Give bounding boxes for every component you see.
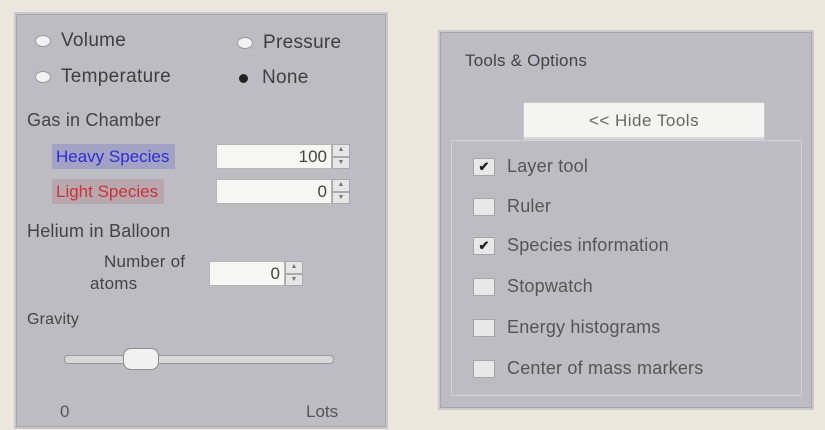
radio-temperature[interactable]: Temperature	[35, 66, 171, 88]
number-of-atoms-label: Number of atoms	[90, 251, 185, 295]
triangle-down-icon[interactable]: ▼	[332, 156, 350, 169]
option-species-information[interactable]: ✔ Species information	[473, 235, 669, 256]
radio-pressure-label: Pressure	[263, 32, 342, 53]
option-center-of-mass-markers[interactable]: Center of mass markers	[473, 358, 703, 379]
option-stopwatch[interactable]: Stopwatch	[473, 276, 593, 297]
radio-circle-icon[interactable]	[35, 35, 51, 47]
number-of-atoms-label-line2: atoms	[90, 274, 138, 293]
checkbox-empty-icon[interactable]	[473, 359, 495, 378]
triangle-down-icon[interactable]: ▼	[332, 191, 350, 204]
helium-in-balloon-heading: Helium in Balloon	[27, 221, 171, 241]
radio-none-label: None	[262, 67, 309, 88]
radio-volume-label: Volume	[61, 30, 127, 51]
option-ruler-label: Ruler	[507, 196, 552, 216]
radio-circle-icon[interactable]	[237, 37, 253, 49]
tools-options-heading: Tools & Options	[465, 51, 588, 70]
tools-options-panel: Tools & Options << Hide Tools ✔ Layer to…	[438, 30, 814, 410]
option-energy-histograms[interactable]: Energy histograms	[473, 317, 660, 338]
option-ruler[interactable]: Ruler	[473, 196, 551, 217]
hide-tools-button[interactable]: << Hide Tools	[523, 102, 765, 140]
light-species-input[interactable]: 0	[216, 179, 332, 204]
option-energy-histograms-label: Energy histograms	[507, 317, 661, 337]
radio-volume[interactable]: Volume	[35, 30, 126, 52]
checkbox-empty-icon[interactable]	[473, 277, 495, 296]
heavy-species-input[interactable]: 100	[216, 144, 332, 169]
radio-pressure[interactable]: Pressure	[237, 32, 341, 54]
checkbox-empty-icon[interactable]	[473, 318, 495, 337]
helium-atoms-spinner[interactable]: 0 ▲ ▼	[209, 261, 303, 286]
option-layer-tool-label: Layer tool	[507, 156, 589, 176]
radio-temperature-label: Temperature	[61, 66, 171, 87]
option-layer-tool[interactable]: ✔ Layer tool	[473, 156, 588, 177]
gravity-heading: Gravity	[27, 311, 80, 328]
number-of-atoms-label-line1: Number of	[104, 252, 186, 271]
heavy-species-label: Heavy Species	[52, 144, 176, 169]
gravity-slider-thumb[interactable]	[122, 348, 159, 370]
gas-in-chamber-heading: Gas in Chamber	[27, 110, 161, 130]
gravity-max-label: Lots	[306, 402, 339, 421]
checkmark-icon[interactable]: ✔	[473, 157, 495, 176]
gravity-min-label: 0	[60, 402, 70, 421]
option-species-information-label: Species information	[507, 235, 669, 255]
heavy-species-spinner[interactable]: 100 ▲ ▼	[216, 144, 350, 169]
option-center-of-mass-markers-label: Center of mass markers	[507, 358, 704, 378]
helium-atoms-input[interactable]: 0	[209, 261, 285, 286]
left-control-panel: Volume Pressure Temperature None Gas in …	[14, 12, 388, 429]
radio-circle-icon[interactable]	[35, 71, 51, 83]
light-species-spinner[interactable]: 0 ▲ ▼	[216, 179, 350, 204]
triangle-down-icon[interactable]: ▼	[285, 273, 303, 286]
radio-none[interactable]: None	[235, 67, 309, 89]
gravity-slider-track[interactable]	[64, 355, 334, 364]
triangle-up-icon[interactable]: ▲	[285, 261, 303, 274]
triangle-up-icon[interactable]: ▲	[332, 144, 350, 157]
checkbox-empty-icon[interactable]	[473, 197, 495, 216]
checkmark-icon[interactable]: ✔	[473, 236, 495, 255]
triangle-up-icon[interactable]: ▲	[332, 179, 350, 192]
radio-selected-icon[interactable]	[239, 73, 248, 83]
option-stopwatch-label: Stopwatch	[507, 276, 593, 296]
light-species-label: Light Species	[52, 179, 165, 204]
